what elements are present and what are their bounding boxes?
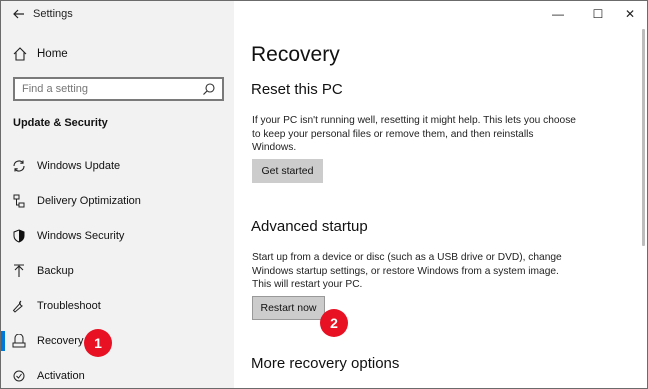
get-started-button[interactable]: Get started — [252, 159, 323, 183]
search-input[interactable]: Find a setting — [13, 77, 224, 101]
sidebar-item-windows-security[interactable]: Windows Security — [1, 220, 234, 252]
close-button[interactable]: ✕ — [612, 1, 647, 29]
sync-icon — [13, 160, 25, 172]
sidebar-item-label: Delivery Optimization — [37, 195, 141, 207]
sidebar: Settings Home Find a setting Update & Se… — [1, 1, 234, 388]
main-content: — ☐ ✕ Recovery Reset this PC If your PC … — [234, 1, 647, 388]
page-title: Recovery — [251, 43, 340, 66]
search-icon[interactable] — [202, 82, 216, 96]
selected-indicator — [1, 331, 5, 351]
callout-badge-1: 1 — [84, 329, 112, 357]
back-button[interactable] — [9, 4, 29, 24]
title-bar: Settings — [1, 1, 234, 29]
sidebar-item-delivery-optimization[interactable]: Delivery Optimization — [1, 185, 234, 217]
text-line: If your PC isn't running well, resetting… — [252, 115, 576, 126]
home-icon — [13, 47, 27, 61]
sidebar-item-label: Activation — [37, 370, 85, 382]
sidebar-item-label: Troubleshoot — [37, 300, 101, 312]
wrench-icon — [12, 300, 23, 313]
settings-window: Settings Home Find a setting Update & Se… — [0, 0, 648, 389]
sidebar-item-label: Windows Security — [37, 230, 125, 242]
text-line: to keep your personal files or remove th… — [252, 128, 534, 140]
delivery-optimization-icon — [13, 194, 25, 208]
sidebar-item-activation[interactable]: Activation — [1, 360, 234, 388]
maximize-button[interactable]: ☐ — [580, 1, 616, 29]
sidebar-item-label: Backup — [37, 265, 74, 277]
section-title: Update & Security — [13, 117, 108, 129]
recovery-icon — [12, 334, 26, 348]
activation-icon — [13, 370, 25, 382]
text-line: This will restart your PC. — [252, 279, 363, 290]
text-line: Windows startup settings, or restore Win… — [252, 265, 559, 277]
app-title: Settings — [33, 8, 73, 20]
sidebar-item-home[interactable]: Home — [1, 41, 234, 69]
arrow-left-icon — [13, 9, 24, 19]
advanced-startup-description: Start up from a device or disc (such as … — [252, 251, 592, 292]
sidebar-item-windows-update[interactable]: Windows Update — [1, 150, 234, 182]
sidebar-item-label: Home — [37, 48, 68, 60]
reset-heading: Reset this PC — [251, 81, 343, 98]
scrollbar[interactable] — [642, 29, 645, 246]
backup-arrow-icon — [14, 264, 24, 277]
minimize-button[interactable]: — — [540, 1, 576, 29]
sidebar-item-troubleshoot[interactable]: Troubleshoot — [1, 290, 234, 322]
reset-description: If your PC isn't running well, resetting… — [252, 114, 592, 155]
text-line: Start up from a device or disc (such as … — [252, 252, 562, 263]
advanced-startup-heading: Advanced startup — [251, 218, 368, 235]
callout-badge-2: 2 — [320, 309, 348, 337]
sidebar-item-label: Windows Update — [37, 160, 121, 172]
sidebar-item-label: Recovery — [37, 335, 84, 347]
shield-icon — [13, 229, 25, 243]
more-recovery-options-heading: More recovery options — [251, 355, 400, 372]
sidebar-item-recovery[interactable]: Recovery — [1, 325, 234, 357]
sidebar-item-backup[interactable]: Backup — [1, 255, 234, 287]
text-line: Windows. — [252, 142, 297, 153]
search-placeholder: Find a setting — [22, 83, 89, 95]
restart-now-button[interactable]: Restart now — [252, 296, 325, 320]
